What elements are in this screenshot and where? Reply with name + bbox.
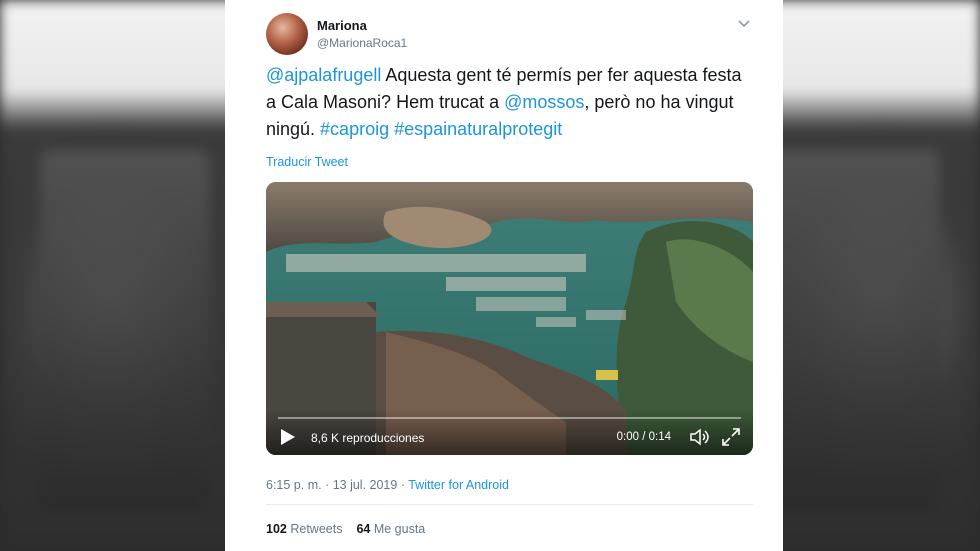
retweets-label: Retweets <box>290 522 343 536</box>
meta-separator: · <box>397 478 409 492</box>
video-time: 0:00 / 0:14 <box>616 431 671 443</box>
likes-label: Me gusta <box>373 522 426 536</box>
video-controls: 8,6 K reproducciones 0:00 / 0:14 <box>266 409 753 455</box>
hashtag-link[interactable]: #caproig <box>320 119 389 139</box>
mention-link[interactable]: @mossos <box>504 92 584 112</box>
divider <box>266 504 753 505</box>
mention-link[interactable]: @ajpalafrugell <box>266 65 381 85</box>
video-player[interactable]: 8,6 K reproducciones 0:00 / 0:14 <box>266 182 753 455</box>
tweet-card: Mariona @MarionaRoca1 @ajpalafrugell Aqu… <box>225 0 783 551</box>
tweet-stats: 102 Retweets 64 Me gusta <box>266 522 753 536</box>
view-count: 8,6 K reproducciones <box>311 431 425 445</box>
likes-stat[interactable]: 64 Me gusta <box>356 522 425 536</box>
author-handle[interactable]: @MarionaRoca1 <box>317 36 407 50</box>
tweet-meta: 6:15 p. m. · 13 jul. 2019 · Twitter for … <box>266 478 753 492</box>
client-link[interactable]: Twitter for Android <box>408 478 509 492</box>
translate-tweet-link[interactable]: Traducir Tweet <box>266 155 753 169</box>
hashtag-link[interactable]: #espainaturalprotegit <box>394 119 562 139</box>
fullscreen-icon[interactable] <box>721 427 741 447</box>
volume-icon[interactable] <box>689 427 711 447</box>
author-name[interactable]: Mariona <box>317 18 367 33</box>
video-progress-bar[interactable] <box>278 417 741 419</box>
chevron-down-icon-svg <box>738 20 750 28</box>
chevron-down-icon[interactable] <box>735 14 753 32</box>
timestamp[interactable]: 6:15 p. m. · 13 jul. 2019 <box>266 478 397 492</box>
avatar[interactable] <box>266 13 308 55</box>
play-icon[interactable] <box>280 428 296 446</box>
retweets-stat[interactable]: 102 Retweets <box>266 522 342 536</box>
tweet-header: Mariona @MarionaRoca1 <box>266 0 753 60</box>
retweets-count: 102 <box>266 522 287 536</box>
tweet-text: @ajpalafrugell Aquesta gent té permís pe… <box>266 62 753 143</box>
likes-count: 64 <box>356 522 371 536</box>
